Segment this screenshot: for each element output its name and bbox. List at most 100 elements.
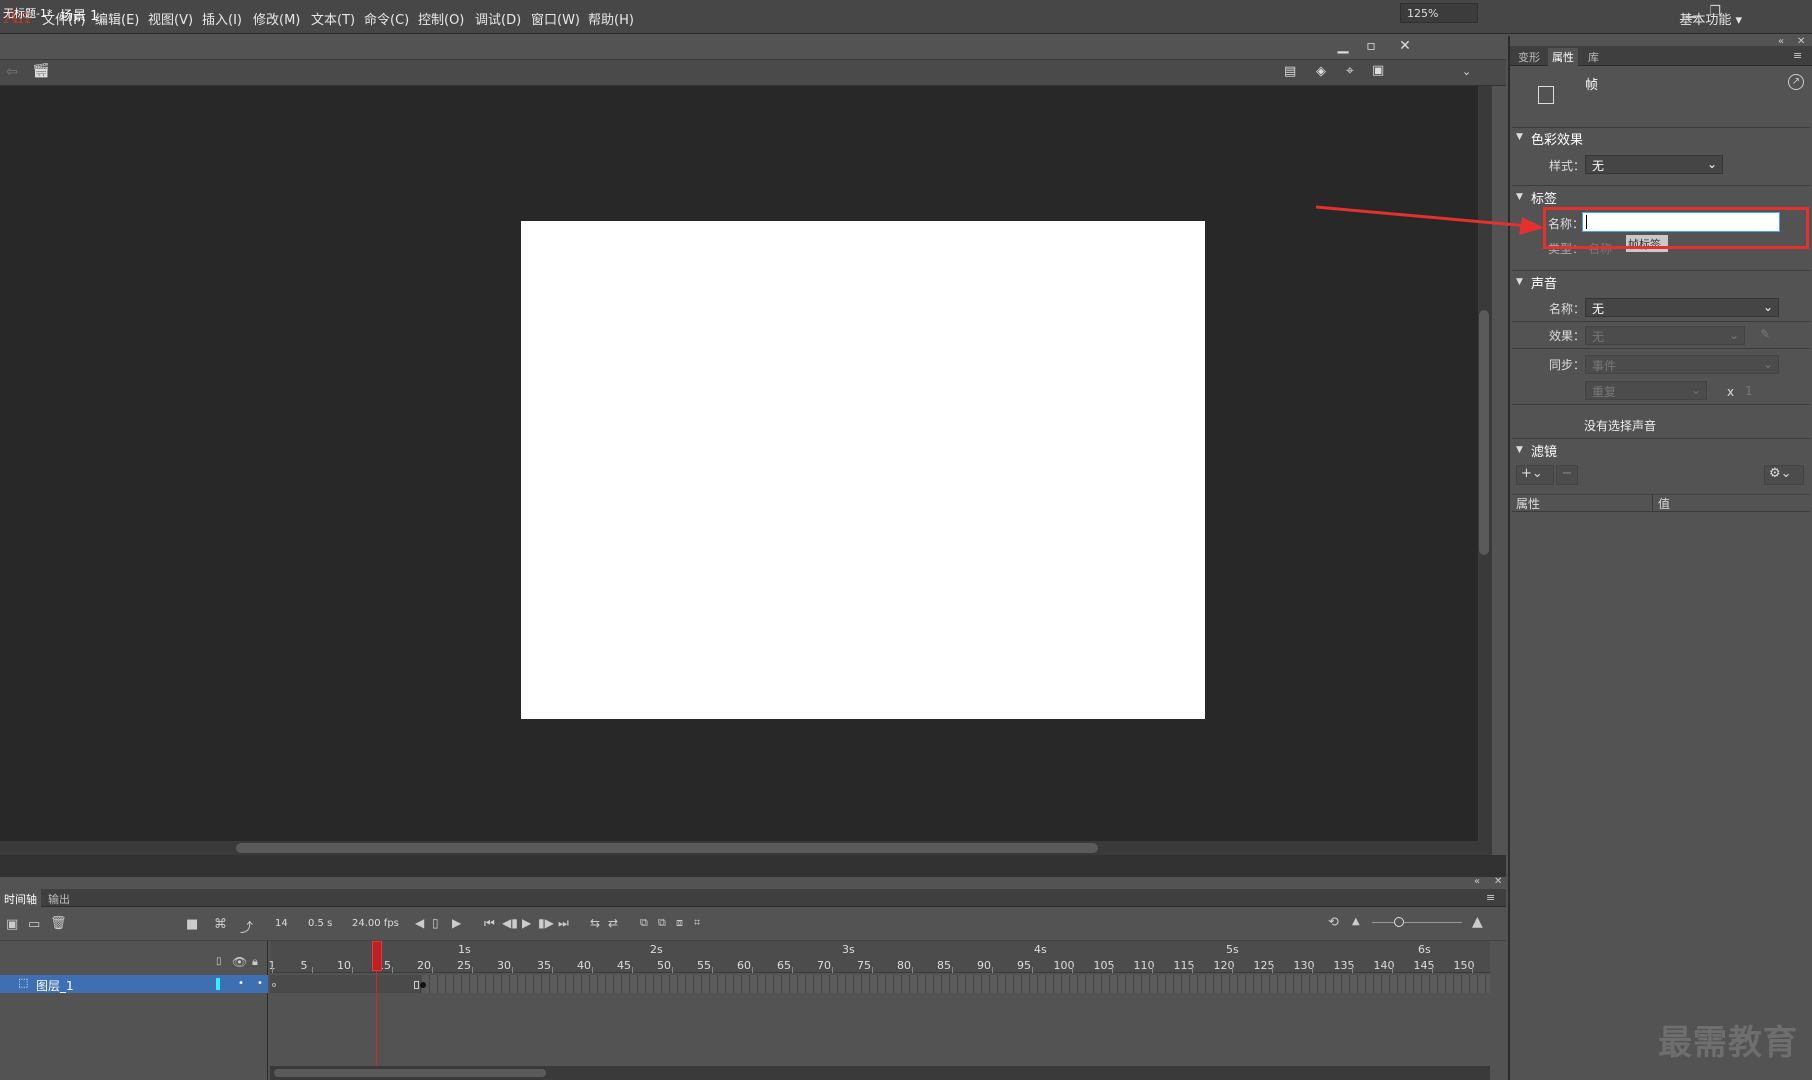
ruler-frame-number: 50 — [657, 959, 671, 972]
menu-control[interactable]: 控制(O) — [418, 9, 464, 28]
tab-library[interactable]: 库 — [1584, 48, 1603, 66]
doc-minimize-icon[interactable]: ▁ — [1332, 38, 1354, 58]
zoom-chevron-icon[interactable]: ⌄ — [1462, 65, 1471, 78]
document-tab[interactable] — [0, 36, 1506, 60]
menu-commands[interactable]: 命令(C) — [364, 9, 409, 28]
layer-lock-dot[interactable]: • — [257, 978, 263, 989]
menu-help[interactable]: 帮助(H) — [588, 9, 634, 28]
layer-color-swatch[interactable] — [216, 978, 220, 990]
tab-timeline[interactable]: 时间轴 — [0, 889, 41, 909]
modify-markers-icon[interactable]: ⌗ — [694, 916, 700, 930]
delete-trash-icon[interactable]: 🗑︎ — [50, 916, 67, 931]
help-link-icon[interactable]: ↗ — [1788, 74, 1804, 90]
insert-keyframe-icon[interactable]: ▯ — [432, 916, 439, 930]
menu-window[interactable]: 窗口(W) — [531, 9, 580, 28]
tab-transform[interactable]: 变形 — [1514, 48, 1544, 66]
panel-options-icon[interactable]: ≡ — [1793, 49, 1802, 62]
frame-rate[interactable]: 24.00 fps — [352, 918, 399, 929]
edit-pencil-icon[interactable]: ✎ — [1760, 327, 1770, 341]
first-frame-icon[interactable]: ⏮ — [484, 916, 495, 931]
menu-modify[interactable]: 修改(M) — [253, 9, 300, 28]
expand-arrow-icon[interactable]: ▼ — [1516, 277, 1523, 287]
minimize-icon[interactable]: ▁ — [1680, 4, 1702, 24]
section-color-effect[interactable]: 色彩效果 — [1531, 129, 1583, 148]
keyframe-dot[interactable] — [420, 982, 426, 988]
zoom-out-mountain-icon[interactable]: ▲ — [1352, 916, 1360, 927]
remove-filter-button[interactable]: − — [1556, 465, 1578, 485]
edit-scene-icon[interactable]: ▤ — [1284, 64, 1296, 79]
graph-icon[interactable]: ⤴ — [240, 917, 253, 936]
new-layer-icon[interactable]: ▣ — [6, 917, 18, 932]
expand-arrow-icon[interactable]: ▼ — [1516, 132, 1523, 142]
layer-parenting-icon[interactable]: ⌘ — [214, 917, 227, 932]
repeat-count[interactable]: 1 — [1745, 384, 1753, 398]
panel-close-icon[interactable]: ✕ — [1494, 876, 1502, 887]
expand-arrow-icon[interactable]: ▼ — [1516, 445, 1523, 455]
loop-icon[interactable]: ⇆ — [590, 916, 600, 930]
frame-cells[interactable] — [270, 975, 1490, 993]
ruler-tick — [1152, 967, 1153, 973]
timeline-scroll-thumb[interactable] — [274, 1069, 546, 1077]
edit-symbol-icon[interactable]: ◈ — [1316, 64, 1326, 79]
zoom-in-mountain-icon[interactable]: ▲ — [1472, 914, 1483, 930]
doc-close-icon[interactable]: ✕ — [1394, 38, 1416, 58]
last-frame-icon[interactable]: ⏭ — [558, 916, 569, 931]
doc-restore-icon[interactable]: ▫ — [1360, 38, 1382, 58]
ruler-second-label: 1s — [458, 943, 471, 956]
menu-edit[interactable]: 编辑(E) — [95, 9, 139, 28]
ruler-second-label: 4s — [1034, 943, 1047, 956]
menu-insert[interactable]: 插入(I) — [202, 9, 242, 28]
menu-text[interactable]: 文本(T) — [311, 9, 355, 28]
section-filters[interactable]: 滤镜 — [1531, 441, 1557, 460]
filter-options-gear-icon[interactable]: ⚙⌄ — [1764, 465, 1804, 485]
current-frame[interactable]: 14 — [275, 918, 288, 929]
undo-icon[interactable]: ⟲ — [1328, 915, 1339, 930]
tab-properties[interactable]: 属性 — [1548, 48, 1578, 66]
next-keyframe-icon[interactable]: ▶ — [452, 916, 461, 930]
timeline-zoom-slider-thumb[interactable] — [1394, 917, 1404, 927]
playhead[interactable] — [372, 941, 382, 971]
section-sound[interactable]: 声音 — [1531, 273, 1557, 292]
camera-icon[interactable]: ■ — [186, 917, 198, 932]
new-folder-icon[interactable]: ▭ — [28, 917, 40, 932]
sound-repeat-value: 重复 — [1592, 385, 1617, 399]
frame-span[interactable] — [270, 975, 422, 993]
collapse-icon[interactable]: « — [1474, 876, 1480, 887]
stage-vertical-scroll-thumb[interactable] — [1479, 310, 1489, 555]
layer-visible-dot[interactable]: • — [238, 978, 244, 989]
sound-sync-dropdown[interactable]: 事件 ⌄ — [1585, 355, 1779, 374]
chevron-down-icon: ▾ — [1735, 13, 1742, 28]
tab-output[interactable]: 输出 — [44, 889, 74, 909]
scene-label[interactable]: 场景 1 — [60, 5, 98, 24]
divider — [1512, 404, 1810, 405]
onion-skin-icon[interactable]: ⧉ — [640, 916, 648, 930]
menu-view[interactable]: 视图(V) — [148, 9, 193, 28]
clip-stage-icon[interactable]: ▣ — [1372, 63, 1384, 78]
sound-effect-dropdown[interactable]: 无 ⌄ — [1585, 326, 1745, 345]
stage-canvas[interactable] — [521, 221, 1205, 719]
center-stage-icon[interactable]: ⌖ — [1346, 63, 1354, 79]
blank-keyframe-marker[interactable] — [272, 983, 276, 987]
timeline-zoom-slider[interactable] — [1372, 922, 1462, 923]
back-arrow-icon[interactable]: ⇦ — [6, 64, 18, 80]
add-filter-button[interactable]: +⌄ — [1516, 465, 1554, 485]
no-sound-message: 没有选择声音 — [1584, 419, 1657, 433]
sound-repeat-dropdown[interactable]: 重复 ⌄ — [1585, 381, 1707, 400]
onion-outline-icon[interactable]: ⧉ — [658, 916, 666, 930]
edit-multiple-frames-icon[interactable]: ⧈ — [676, 916, 683, 930]
filters-col-property: 属性 — [1516, 497, 1541, 511]
menu-debug[interactable]: 调试(D) — [475, 9, 521, 28]
layer-name[interactable]: 图层_1 — [36, 977, 74, 994]
sound-name-dropdown[interactable]: 无 ⌄ — [1585, 298, 1779, 317]
play-icon[interactable]: ▶ — [522, 916, 531, 930]
step-forward-icon[interactable]: ▮▶ — [538, 916, 554, 930]
step-back-icon[interactable]: ◀▮ — [502, 916, 518, 930]
prev-keyframe-icon[interactable]: ◀ — [415, 916, 424, 930]
panel-menu-icon[interactable]: ≡ — [1486, 891, 1495, 904]
center-frame-icon[interactable]: ⇄ — [608, 916, 618, 930]
stage-horizontal-scroll-thumb[interactable] — [236, 843, 1098, 853]
restore-icon[interactable]: ❐ — [1704, 4, 1726, 24]
zoom-select[interactable]: 125% — [1400, 3, 1478, 23]
chevron-down-icon: ⌄ — [1728, 328, 1739, 342]
style-dropdown[interactable]: 无 ⌄ — [1585, 155, 1723, 174]
